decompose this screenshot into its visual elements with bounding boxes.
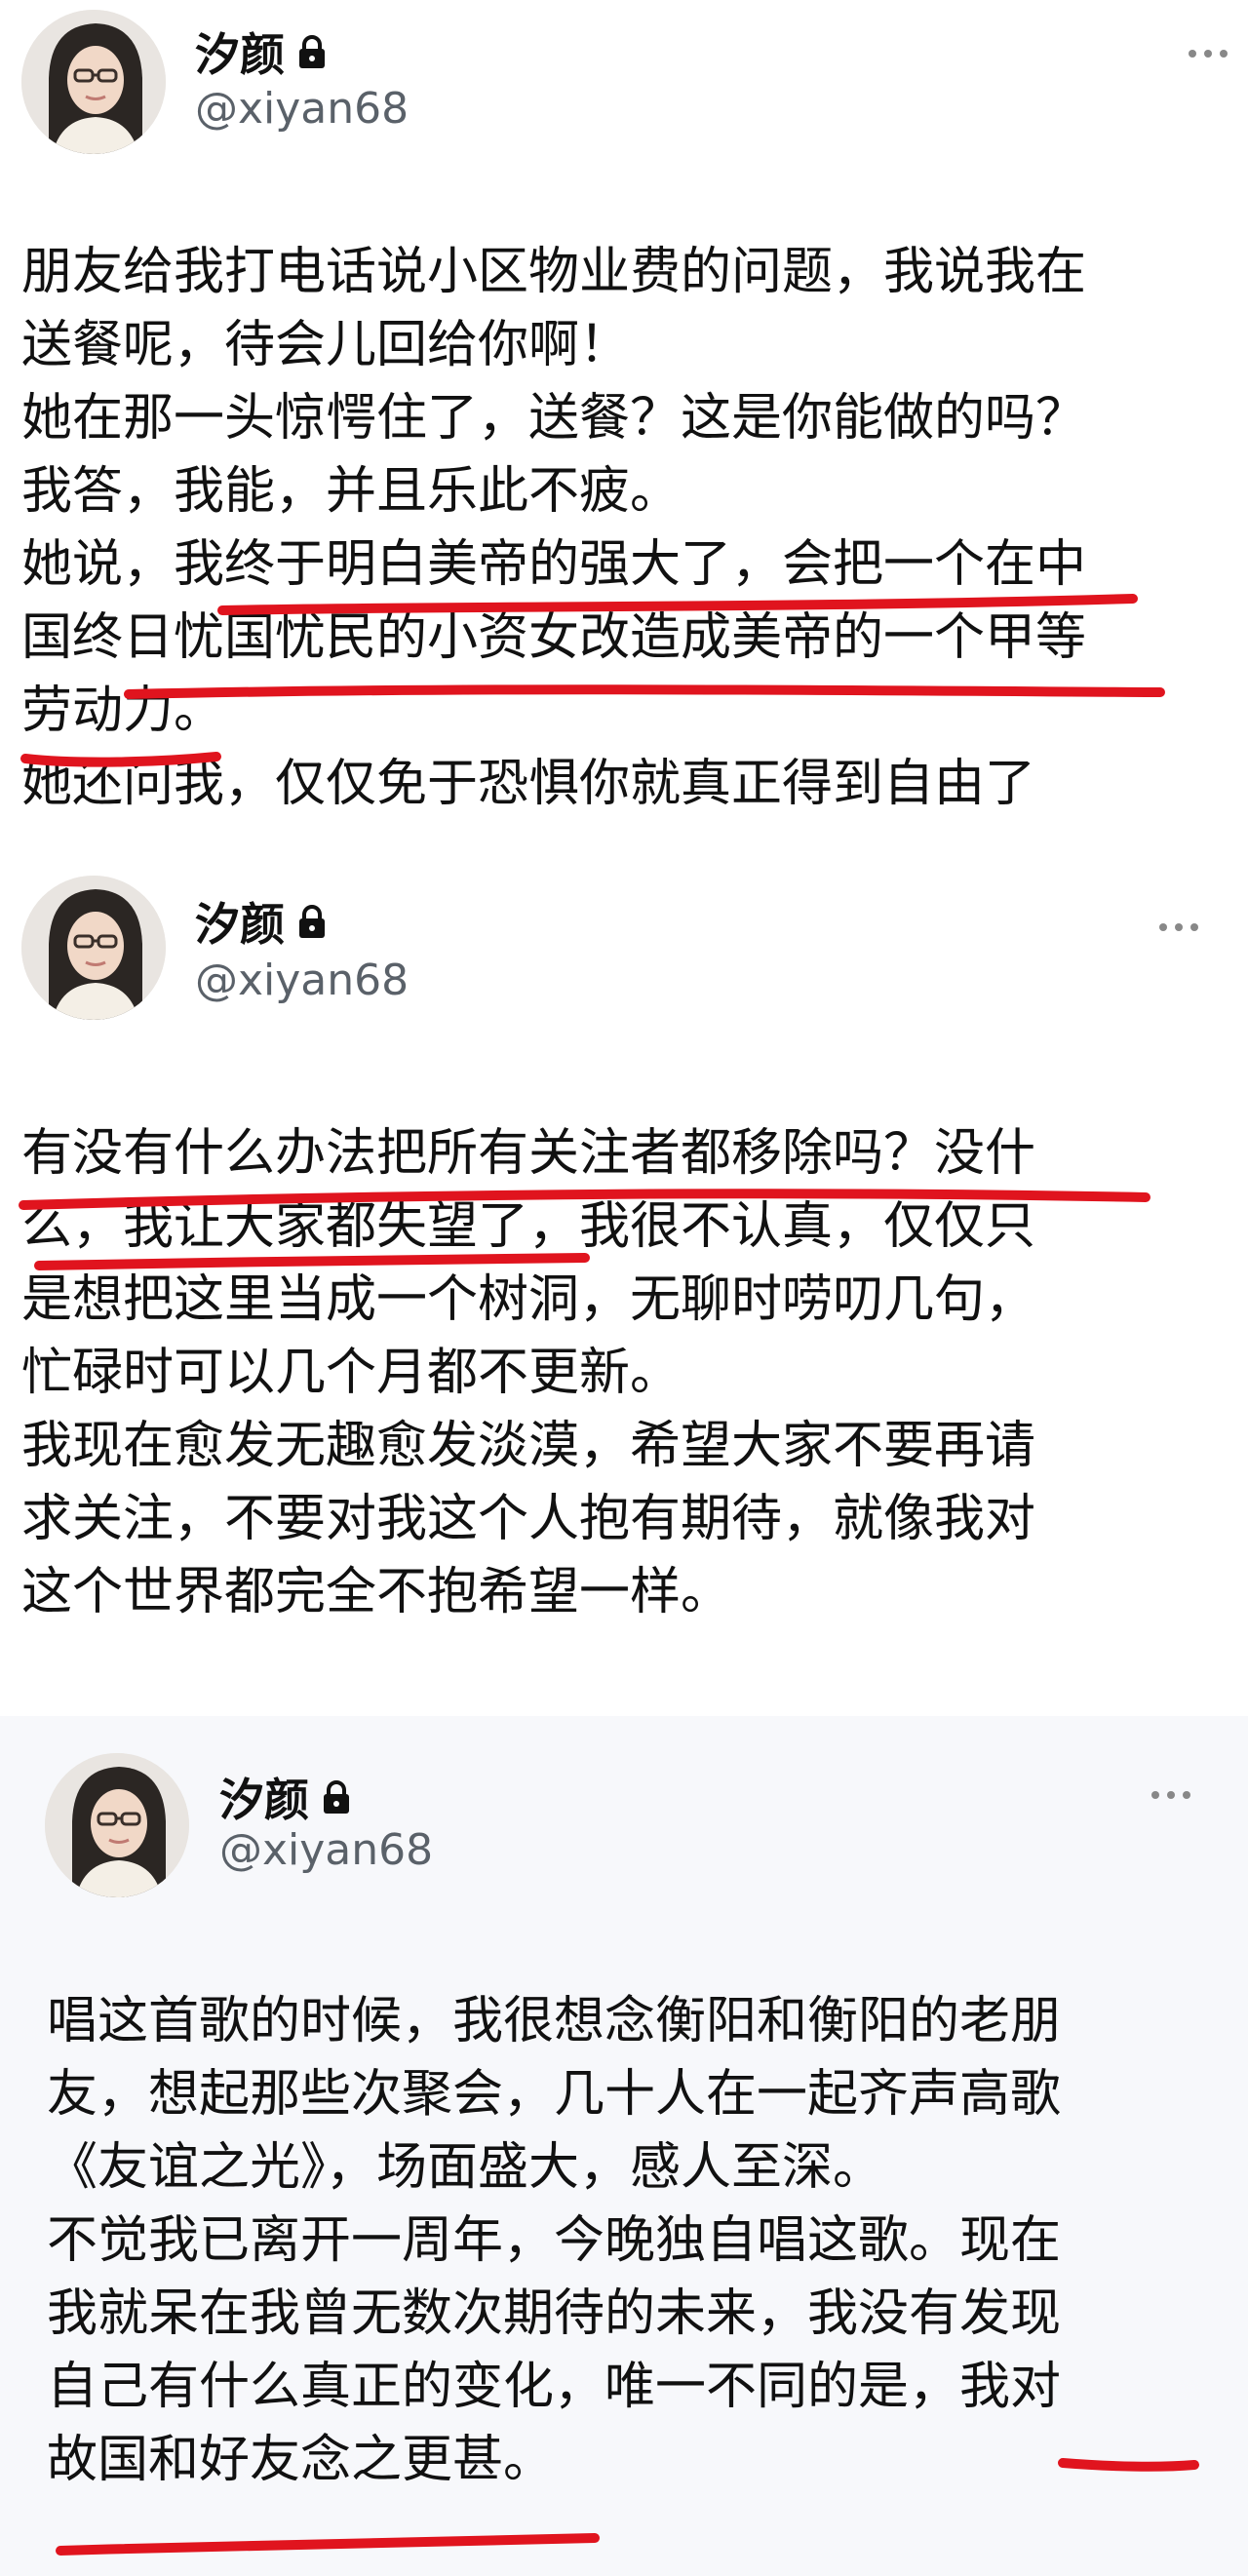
author-row: 汐颜 — [219, 1765, 352, 1829]
author-name[interactable]: 汐颜 — [219, 1765, 309, 1829]
author-handle[interactable]: @xiyan68 — [195, 956, 409, 1005]
lock-icon — [321, 1779, 352, 1815]
tweet-text: 朋友给我打电话说小区物业费的问题，我说我在 送餐呢，待会儿回给你啊！ 她在那一头… — [21, 243, 1087, 813]
avatar[interactable] — [21, 10, 166, 154]
tweet-post-3: 汐颜 @xiyan68 唱这首歌的时候，我很想念衡阳和衡阳的老朋 友，想起那些次… — [0, 1716, 1248, 2576]
lock-icon — [296, 34, 328, 69]
avatar[interactable] — [45, 1753, 189, 1897]
author-row: 汐颜 — [195, 20, 328, 84]
author-handle[interactable]: @xiyan68 — [219, 1825, 433, 1875]
tweet-post-2: 汐颜 @xiyan68 有没有什么办法把所有关注者都移除吗？没什 么，我让大家都… — [0, 858, 1248, 1716]
author-handle[interactable]: @xiyan68 — [195, 84, 409, 134]
more-horizontal-icon[interactable] — [1188, 45, 1228, 58]
avatar[interactable] — [21, 876, 166, 1020]
more-horizontal-icon[interactable] — [1150, 1786, 1191, 1799]
author-name[interactable]: 汐颜 — [195, 20, 285, 84]
lock-icon — [296, 904, 328, 939]
tweet-text: 唱这首歌的时候，我很想念衡阳和衡阳的老朋 友，想起那些次聚会，几十人在一起齐声高… — [47, 1992, 1062, 2489]
more-horizontal-icon[interactable] — [1158, 918, 1199, 931]
author-row: 汐颜 — [195, 889, 328, 954]
tweet-text: 有没有什么办法把所有关注者都移除吗？没什 么，我让大家都失望了，我很不认真，仅仅… — [21, 1124, 1036, 1621]
author-name[interactable]: 汐颜 — [195, 889, 285, 954]
tweet-post-1: 汐颜 @xiyan68 朋友给我打电话说小区物业费的问题，我说我在 送餐呢，待会… — [0, 0, 1248, 858]
